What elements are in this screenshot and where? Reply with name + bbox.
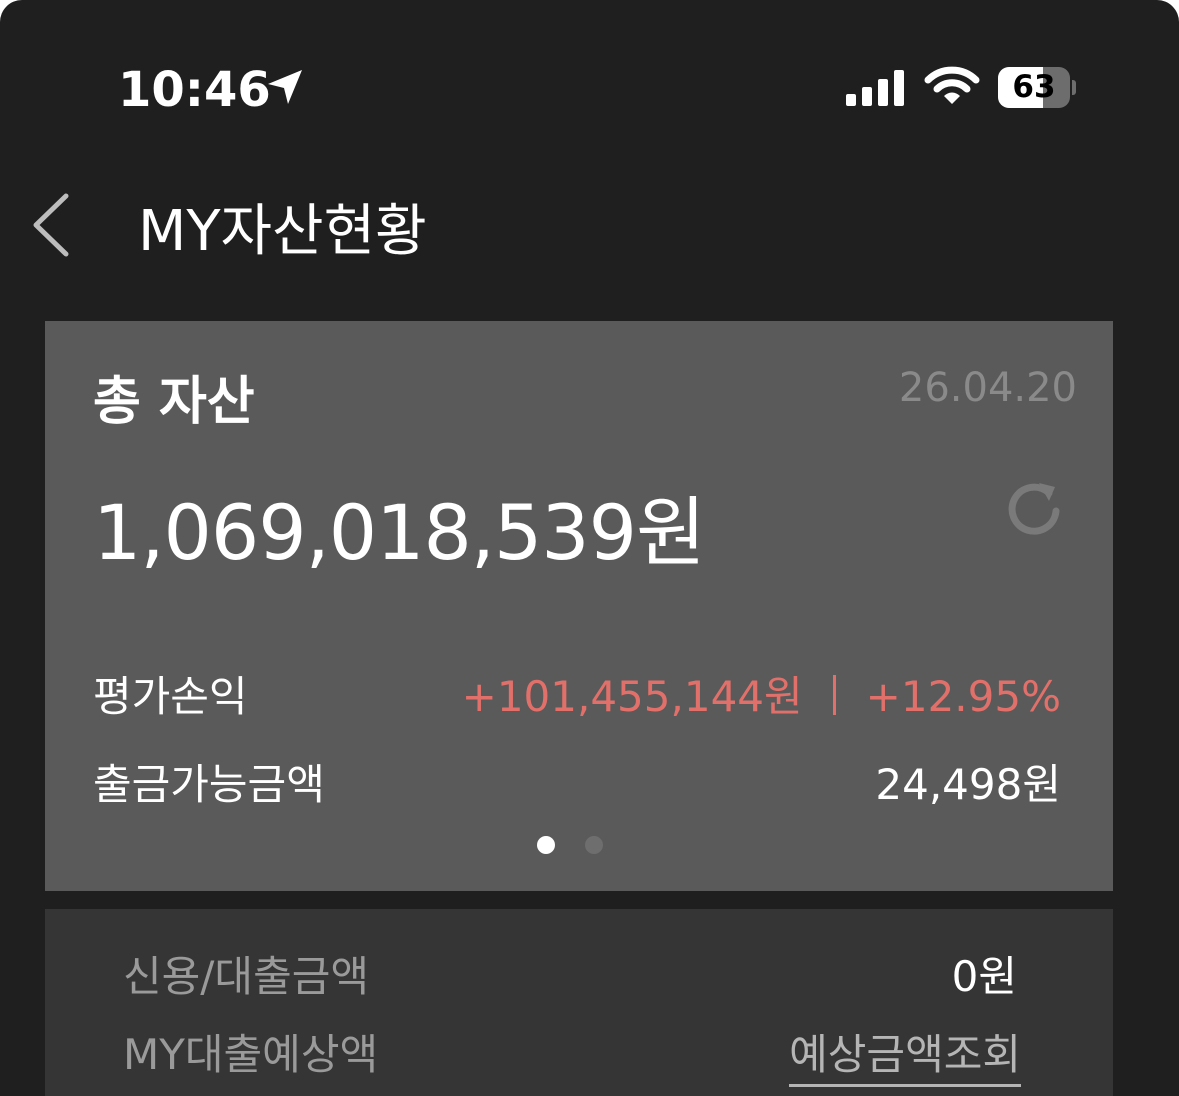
battery-level: 63	[1012, 69, 1056, 105]
battery-icon: 63	[998, 67, 1076, 108]
page-indicator[interactable]	[537, 836, 617, 854]
location-arrow-icon	[268, 70, 302, 104]
credit-loan-value: 0원	[951, 952, 1017, 1001]
total-assets-card[interactable]: 총 자산 26.04.20 1,069,018,539원 평가손익 +101,4…	[45, 321, 1113, 891]
card-date: 26.04.20	[898, 365, 1077, 411]
page-dot[interactable]	[585, 836, 603, 854]
withdrawable-label: 출금가능금액	[93, 760, 325, 809]
profit-label: 평가손익	[93, 672, 248, 721]
estimate-link[interactable]: 예상금액조회	[789, 1021, 1021, 1087]
profit-values: +101,455,144원 +12.95%	[462, 663, 1061, 724]
back-button[interactable]	[28, 192, 76, 258]
total-amount: 1,069,018,539원	[93, 488, 706, 577]
status-time: 10:46	[118, 62, 271, 118]
wifi-icon	[924, 66, 980, 104]
profit-rate: +12.95%	[865, 672, 1061, 721]
refresh-icon[interactable]	[999, 473, 1069, 543]
profit-amount: +101,455,144원	[461, 672, 803, 721]
phone-screen: 10:46 63 MY자산현황 총 자산 26.04.20 1,069,018,…	[0, 0, 1179, 1096]
credit-loan-label: 신용/대출금액	[123, 952, 369, 1001]
profit-separator	[832, 675, 836, 715]
withdrawable-amount: 24,498원	[875, 760, 1061, 809]
page-title: MY자산현황	[138, 199, 427, 264]
page-dot-active[interactable]	[537, 836, 555, 854]
estimate-label: MY대출예상액	[123, 1030, 379, 1079]
card-title: 총 자산	[93, 372, 255, 432]
cellular-signal-icon	[846, 70, 904, 106]
loan-card: 신용/대출금액 0원 MY대출예상액 예상금액조회	[45, 909, 1113, 1096]
